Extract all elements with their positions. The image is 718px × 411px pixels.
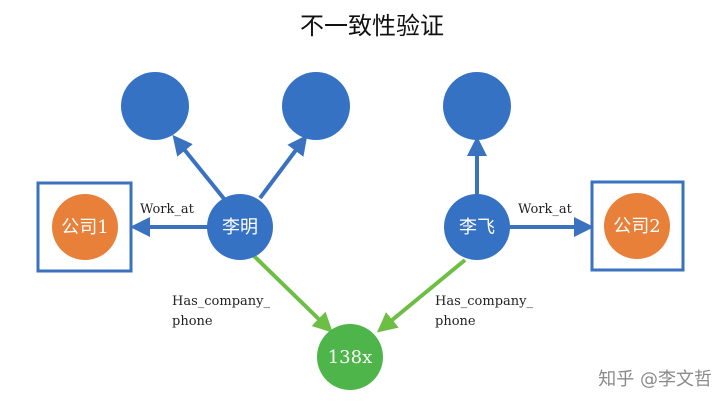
edge-label-phone-right-1: Has_company_ [435, 294, 533, 309]
node-top-right [443, 72, 511, 140]
node-phone-label: 138x [328, 347, 373, 368]
diagram-title: 不一致性验证 [300, 12, 444, 40]
node-top-left [121, 72, 189, 140]
watermark: 知乎 @李文哲 [598, 369, 712, 390]
edge-label-phone-left-2: phone [172, 314, 213, 329]
edge-label-work-left: Work_at [140, 202, 195, 217]
edge-liming-to-top-left [172, 134, 227, 202]
node-person-lifei-label: 李飞 [459, 217, 495, 238]
edge-label-work-right: Work_at [518, 202, 573, 217]
edge-liming-to-phone [251, 253, 333, 333]
diagram-canvas: 不一致性验证 公司1 公司2 李明 李飞 138x Work_at Work_a… [36, 12, 712, 390]
edge-label-phone-left-1: Has_company_ [172, 294, 270, 309]
node-top-middle [282, 72, 350, 140]
node-company2-label: 公司2 [613, 216, 660, 237]
node-company1-label: 公司1 [61, 217, 108, 238]
edge-liming-to-top-right [258, 134, 308, 200]
edge-label-phone-right-2: phone [435, 314, 476, 329]
node-person-liming-label: 李明 [222, 217, 258, 238]
